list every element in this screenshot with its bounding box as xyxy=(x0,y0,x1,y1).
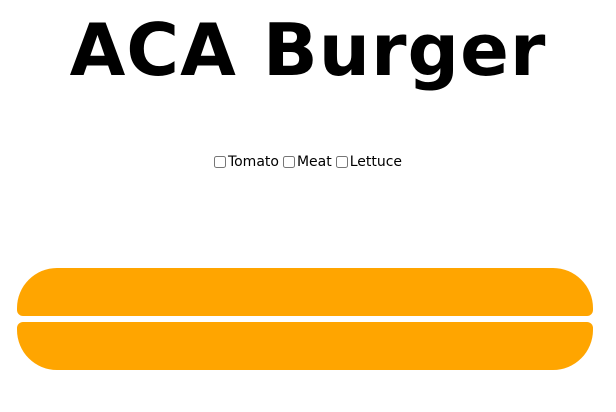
meat-checkbox[interactable] xyxy=(282,156,295,168)
tomato-option[interactable]: Tomato xyxy=(213,151,279,173)
meat-option[interactable]: Meat xyxy=(282,151,332,173)
top-bun xyxy=(17,268,593,316)
bottom-bun xyxy=(17,322,593,370)
lettuce-label: Lettuce xyxy=(349,154,403,170)
tomato-label: Tomato xyxy=(227,154,279,170)
lettuce-option[interactable]: Lettuce xyxy=(335,151,403,173)
meat-label: Meat xyxy=(296,154,332,170)
page-title: ACA Burger xyxy=(69,8,547,92)
tomato-checkbox[interactable] xyxy=(213,156,226,168)
lettuce-checkbox[interactable] xyxy=(335,156,348,168)
ingredient-options: Tomato Meat Lettuce xyxy=(0,151,616,173)
